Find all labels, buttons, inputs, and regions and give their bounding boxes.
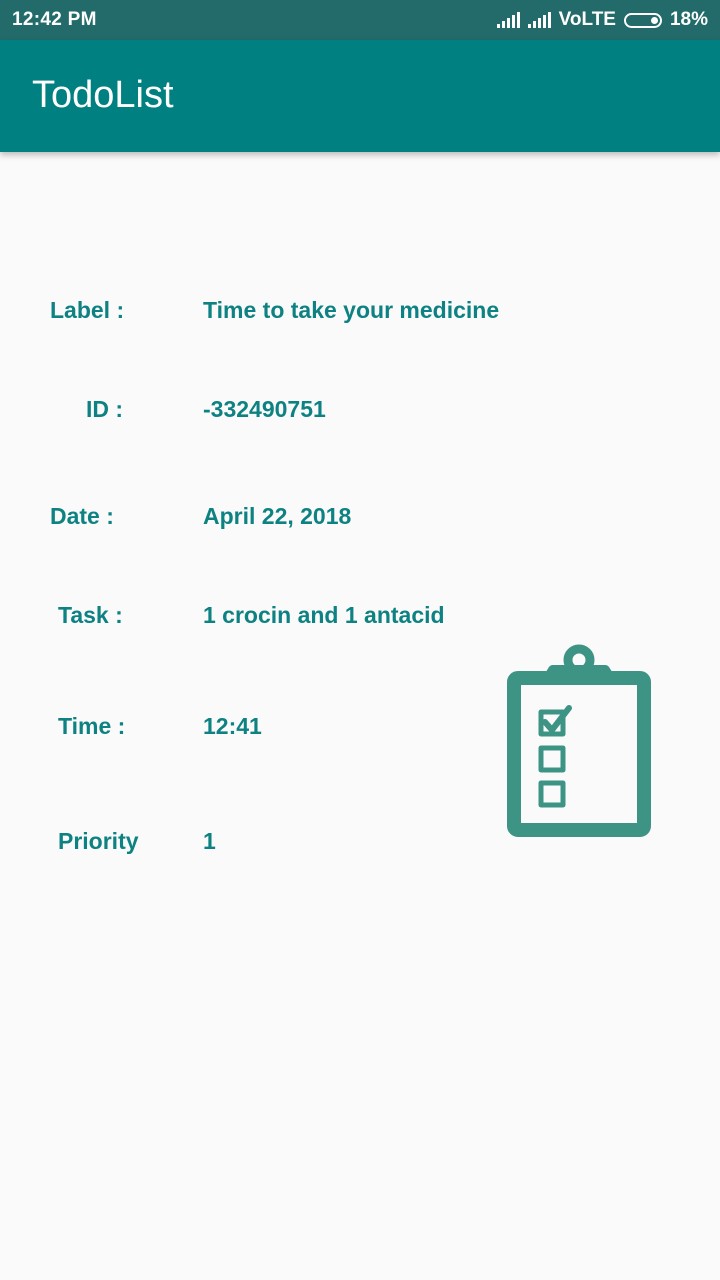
signal-icon — [527, 12, 551, 28]
task-field-name: Task : — [58, 602, 123, 628]
id-field-value: -332490751 — [203, 396, 326, 422]
priority-field-name: Priority — [58, 828, 139, 854]
time-field-name: Time : — [58, 713, 126, 739]
signal-icon — [496, 12, 520, 28]
app-bar: TodoList — [0, 40, 720, 152]
id-field-name: ID : — [86, 396, 124, 422]
date-field-value: April 22, 2018 — [203, 503, 352, 529]
network-type: VoLTE — [558, 9, 616, 30]
app-title: TodoList — [32, 74, 174, 116]
task-field-value: 1 crocin and 1 antacid — [203, 602, 445, 628]
label-field-value: Time to take your medicine — [203, 297, 500, 323]
status-icons: VoLTE 18% — [496, 9, 708, 31]
priority-field-value: 1 — [203, 828, 216, 854]
clipboard-checklist-icon — [507, 644, 651, 837]
time-field-value: 12:41 — [203, 713, 262, 739]
label-field-name: Label : — [50, 297, 125, 323]
status-bar: 12:42 PM VoLTE 18% — [0, 0, 720, 40]
battery-level: 18% — [669, 9, 708, 30]
date-field-name: Date : — [50, 503, 114, 529]
status-time: 12:42 PM — [12, 9, 97, 30]
battery-icon — [623, 12, 662, 28]
